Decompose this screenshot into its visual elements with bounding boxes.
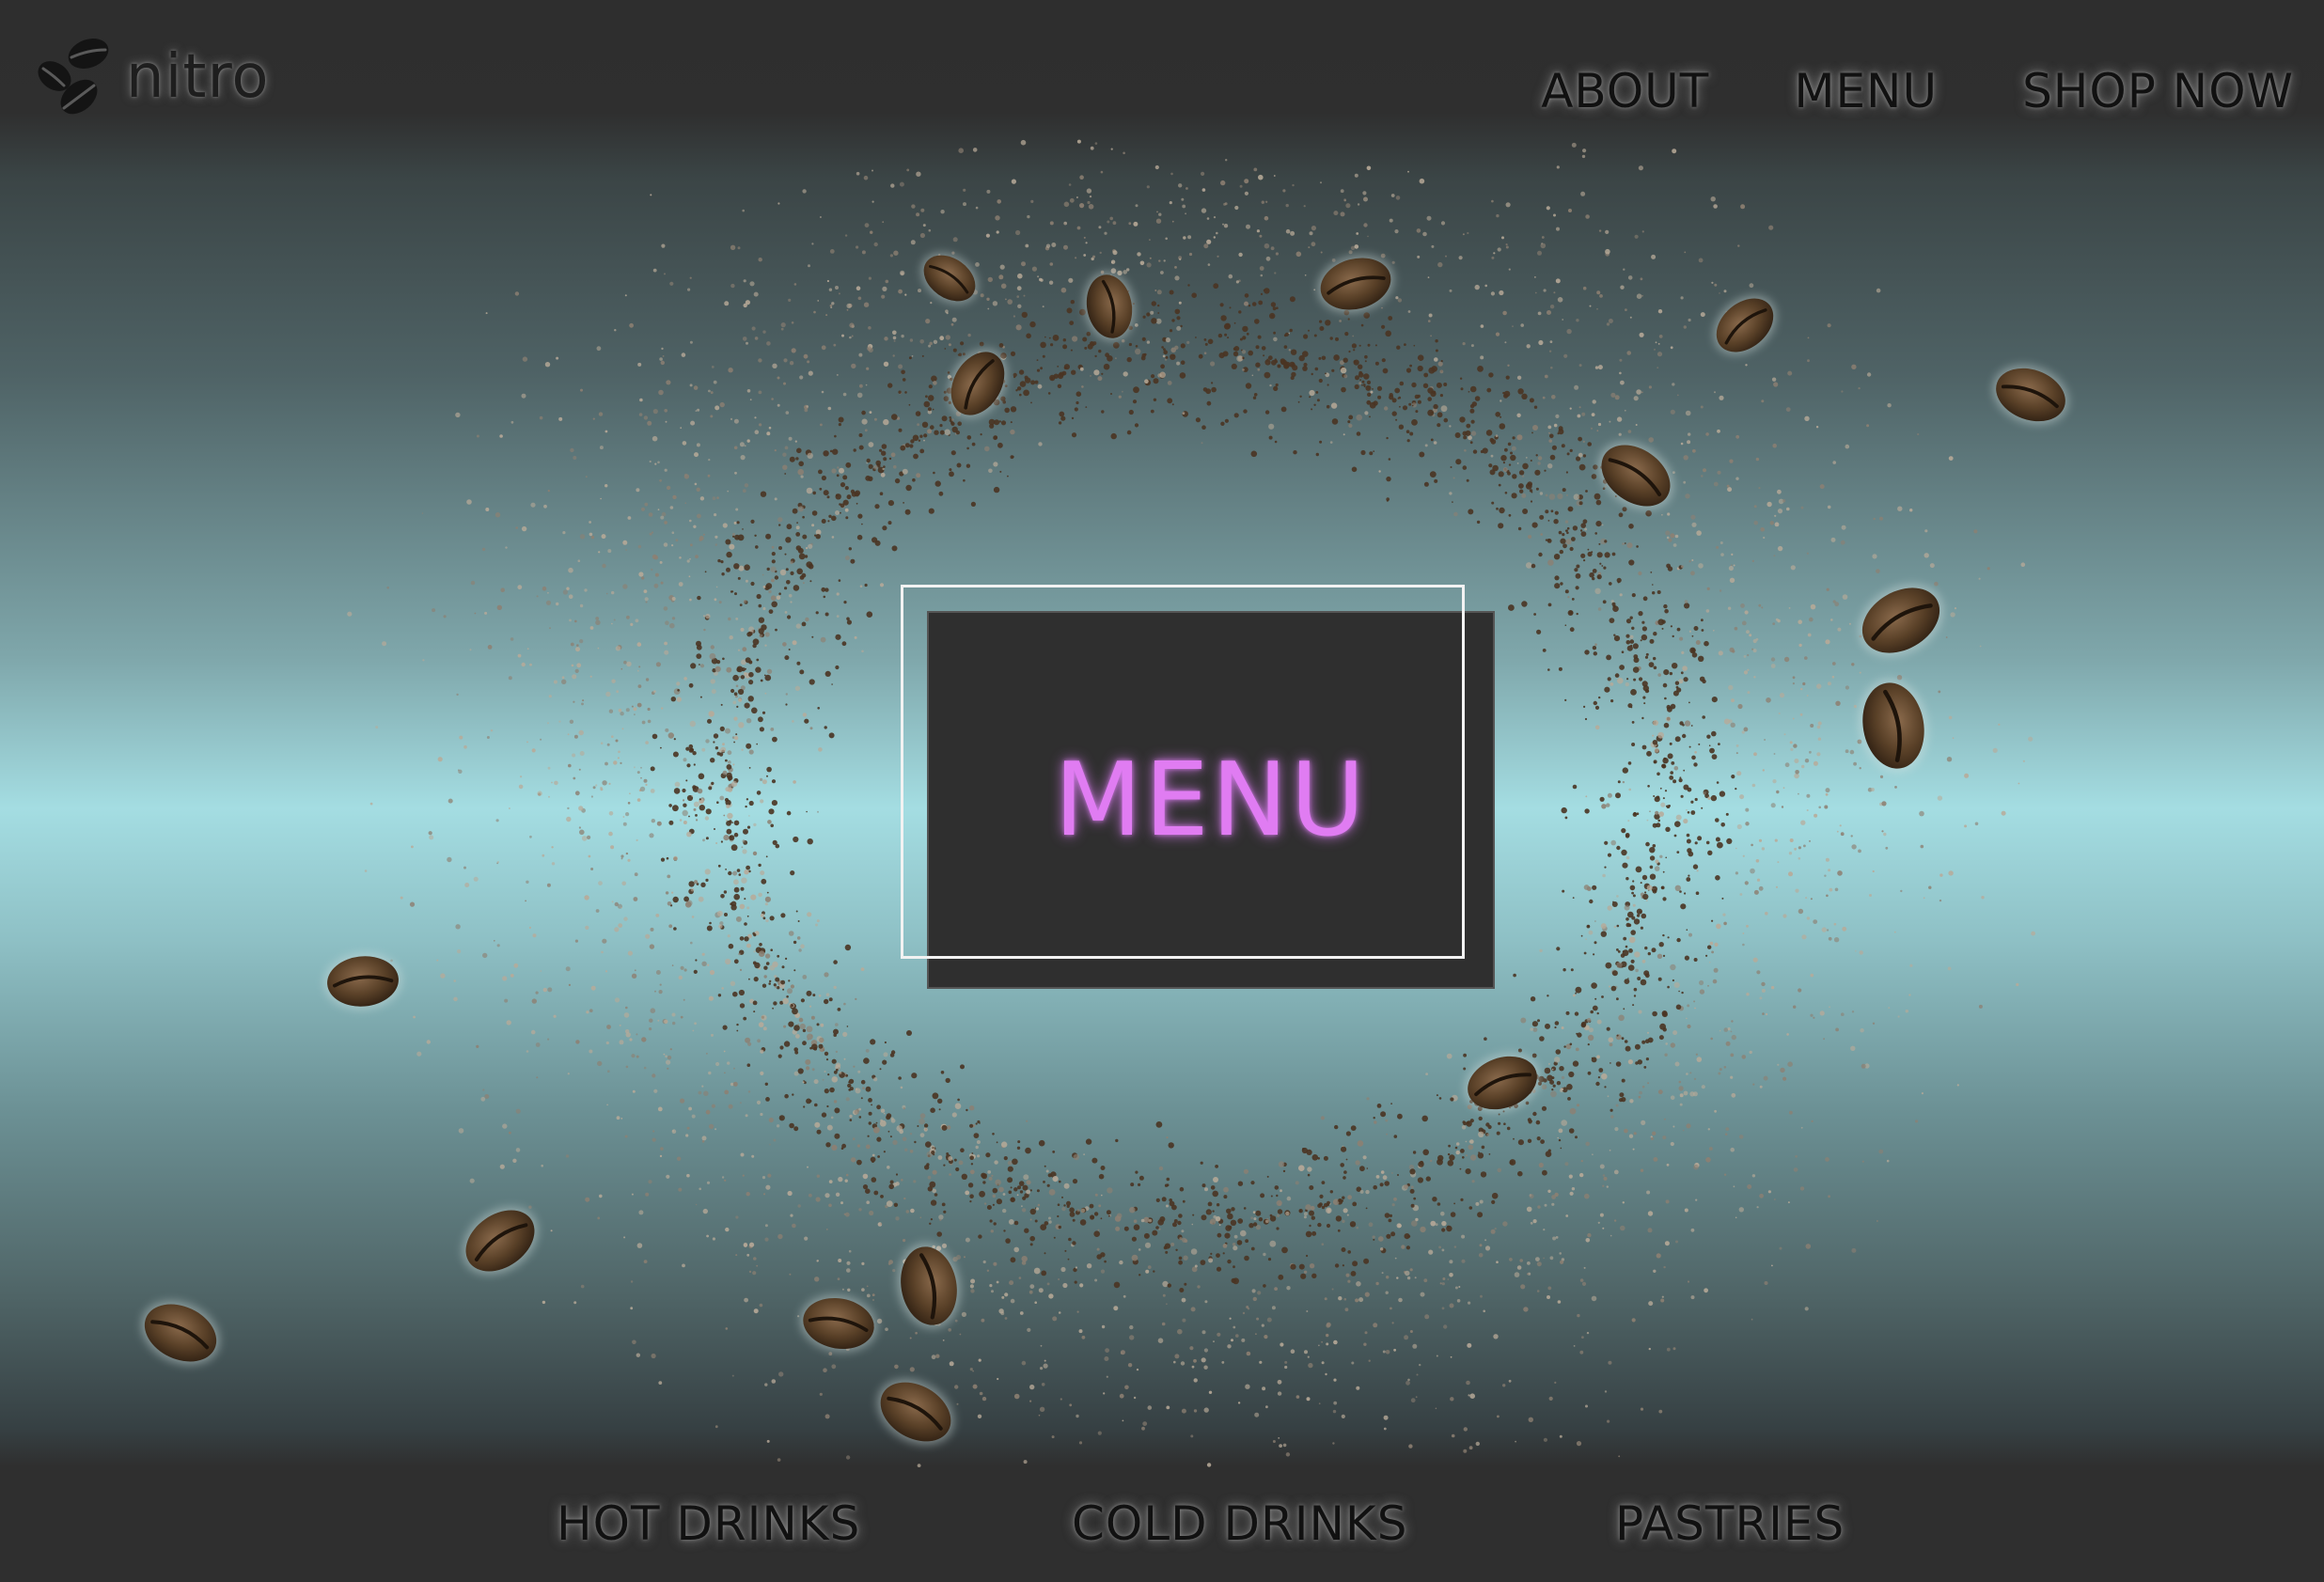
nav-link-about[interactable]: ABOUT xyxy=(1541,64,1709,118)
brand-name: nitro xyxy=(126,42,270,112)
top-nav: ABOUT MENU SHOP NOW xyxy=(1541,64,2294,118)
nav-link-menu[interactable]: MENU xyxy=(1794,64,1938,118)
category-link-cold-drinks[interactable]: COLD DRINKS xyxy=(1072,1496,1407,1551)
menu-card-title: MENU xyxy=(1054,741,1368,859)
landing-page: nitro ABOUT MENU SHOP NOW MENU HOT DRINK… xyxy=(0,0,2324,1582)
nav-link-shop-now[interactable]: SHOP NOW xyxy=(2022,64,2294,118)
category-link-hot-drinks[interactable]: HOT DRINKS xyxy=(557,1496,860,1551)
category-nav: HOT DRINKS COLD DRINKS PASTRIES xyxy=(0,1496,2324,1553)
brand-logo[interactable]: nitro xyxy=(36,32,270,122)
category-link-pastries[interactable]: PASTRIES xyxy=(1615,1496,1845,1551)
coffee-beans-icon xyxy=(38,39,109,115)
